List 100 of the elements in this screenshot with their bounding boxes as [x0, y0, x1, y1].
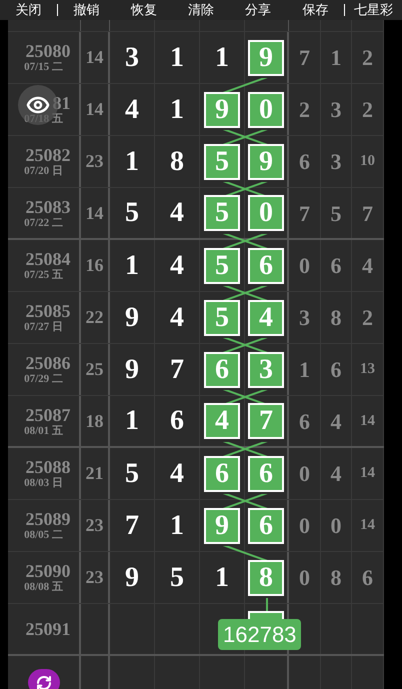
- tail-number: 2: [362, 44, 373, 72]
- tail-number: 0: [330, 512, 342, 540]
- digit: 4: [170, 300, 184, 334]
- tail-number: 6: [299, 408, 310, 436]
- digit: 6: [170, 404, 184, 438]
- digit: 5: [170, 560, 184, 594]
- tail-number: 4: [362, 252, 373, 280]
- draw-date: 08/01 五: [24, 424, 63, 438]
- draw-date: 07/27 日: [24, 321, 63, 334]
- digit: 9: [125, 300, 139, 334]
- sum-value: 14: [86, 98, 104, 121]
- sum-value: 25: [86, 358, 104, 381]
- digit: 3: [125, 40, 139, 74]
- crossing-lines: [222, 494, 268, 508]
- digit: 1: [215, 560, 229, 594]
- highlighted-digit: 5: [204, 195, 240, 231]
- digit: 7: [125, 508, 139, 542]
- highlighted-digit: 0: [248, 195, 284, 231]
- issue-number: 25084: [26, 249, 70, 269]
- tail-number: 8: [330, 304, 342, 332]
- refresh-icon: [36, 674, 52, 689]
- digit: 1: [125, 144, 139, 178]
- digit: 1: [125, 248, 139, 282]
- highlighted-digit: 9: [204, 92, 240, 128]
- digit: 1: [125, 404, 139, 438]
- highlighted-digit: 0: [248, 92, 284, 128]
- tail-number: 3: [330, 96, 342, 124]
- sum-value: 14: [86, 202, 104, 224]
- digit: 4: [170, 196, 184, 230]
- draw-date: 07/22 二: [24, 216, 63, 230]
- digit: 9: [125, 352, 139, 386]
- tail-number: 7: [362, 200, 373, 228]
- draw-date: 08/05 二: [24, 529, 63, 542]
- draw-date: 07/15 二: [24, 61, 63, 74]
- crossing-lines: [222, 390, 268, 404]
- tail-number: 7: [299, 44, 310, 72]
- issue-number: 25085: [26, 301, 70, 321]
- highlighted-digit: 3: [248, 352, 284, 388]
- crossing-lines: [222, 442, 268, 456]
- tail-number: 5: [330, 200, 342, 228]
- connector-line: [222, 546, 268, 560]
- highlighted-digit: 6: [204, 456, 240, 492]
- issue-number: 25083: [26, 196, 70, 216]
- highlighted-digit: 6: [248, 508, 284, 544]
- tail-number: 2: [362, 304, 373, 332]
- highlighted-digit: 6: [204, 352, 240, 388]
- sum-value: 23: [86, 566, 104, 589]
- highlighted-digit: 4: [204, 403, 240, 439]
- tail-number: 8: [330, 564, 342, 592]
- issue-number: 25088: [26, 457, 70, 477]
- issue-number: 81: [52, 93, 70, 113]
- sum-value: 16: [86, 254, 104, 277]
- sum-value: 18: [86, 410, 104, 432]
- highlighted-digit: 7: [248, 403, 284, 439]
- tail-number: 6: [330, 252, 342, 280]
- tail-number: 2: [299, 96, 310, 124]
- sum-value: 23: [86, 514, 104, 537]
- crossing-lines: [222, 286, 268, 300]
- issue-number: 25086: [26, 353, 70, 373]
- tail-number: 10: [360, 152, 375, 172]
- issue-number: 25090: [26, 561, 70, 581]
- tail-number: 0: [299, 512, 310, 540]
- tail-number: 14: [360, 516, 375, 536]
- highlighted-digit: 5: [204, 300, 240, 336]
- tail-number: 4: [330, 408, 342, 436]
- tail-number: 0: [299, 564, 310, 592]
- toolbar-button[interactable]: 清除: [172, 0, 230, 20]
- toolbar-button[interactable]: 分享: [230, 0, 287, 20]
- highlighted-digit: 6: [248, 456, 284, 492]
- issue-number: 25087: [26, 404, 70, 424]
- toolbar-button[interactable]: 恢复: [115, 0, 172, 20]
- tail-number: 0: [299, 252, 310, 280]
- issue-number: 25091: [26, 619, 70, 639]
- digit: 1: [170, 40, 184, 74]
- highlighted-digit: 9: [248, 40, 284, 76]
- digit: 4: [170, 248, 184, 282]
- toolbar-button[interactable]: 保存: [286, 0, 344, 20]
- crossing-lines: [222, 182, 268, 196]
- digit: 8: [170, 144, 184, 178]
- digit: 4: [125, 92, 139, 126]
- toolbar-button[interactable]: 撤销: [58, 0, 116, 20]
- refresh-button[interactable]: [28, 669, 60, 689]
- connector-line: [266, 598, 268, 612]
- crossing-lines: [222, 130, 268, 144]
- tail-number: 6: [330, 356, 342, 384]
- tail-number: 14: [360, 464, 375, 484]
- highlighted-digit: 4: [248, 300, 284, 336]
- toolbar-button[interactable]: 关闭: [0, 0, 58, 20]
- digit: 1: [215, 40, 229, 74]
- sum-value: 22: [86, 306, 104, 329]
- digit: 4: [170, 456, 184, 490]
- draw-date: 07/25 五: [24, 269, 63, 282]
- tail-number: 3: [330, 148, 342, 176]
- sum-value: 21: [86, 462, 104, 485]
- digit: 5: [125, 196, 139, 230]
- highlighted-digit: 5: [204, 248, 240, 284]
- highlighted-digit: 9: [204, 508, 240, 544]
- toolbar-button[interactable]: 七星彩: [344, 0, 402, 20]
- draw-date: 08/08 五: [24, 581, 63, 594]
- tail-number: 4: [330, 460, 342, 488]
